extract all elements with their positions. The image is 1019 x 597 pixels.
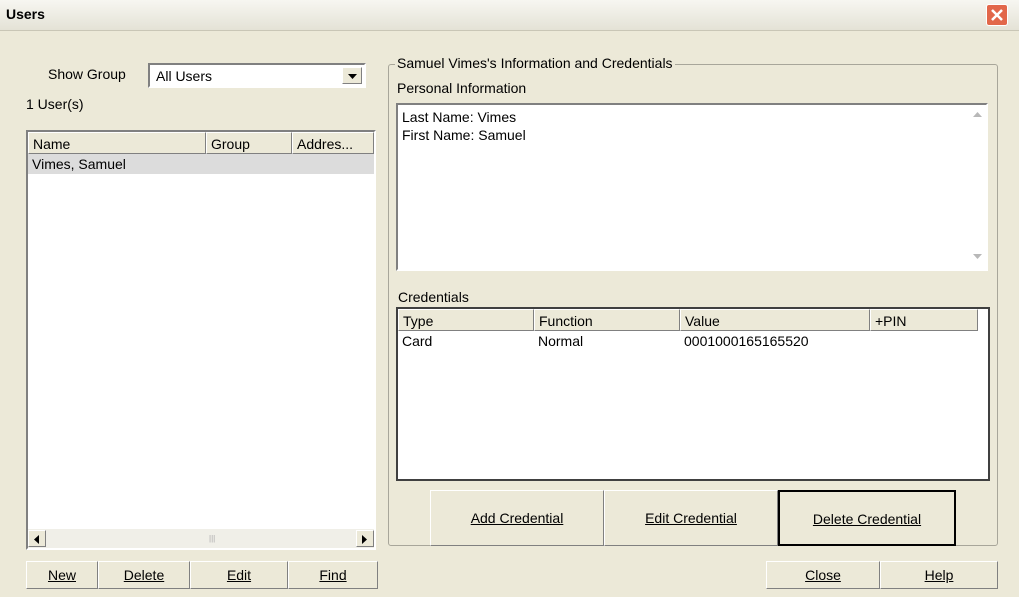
close-icon [991, 9, 1003, 21]
new-button-label: New [47, 567, 76, 583]
scroll-down-button[interactable] [969, 249, 986, 266]
users-list[interactable]: Name Group Addres... Vimes, Samuel ||| [26, 130, 376, 550]
column-header-name[interactable]: Name [28, 132, 206, 154]
column-header-address[interactable]: Addres... [292, 132, 374, 154]
cred-cell-function: Normal [538, 333, 584, 349]
cred-column-header-value[interactable]: Value [680, 309, 870, 331]
edit-user-button[interactable]: Edit [190, 561, 288, 589]
help-button[interactable]: Help [880, 561, 998, 589]
title-bar: Users [0, 0, 1019, 31]
personal-info-label: Personal Information [397, 80, 527, 96]
group-select[interactable]: All Users [148, 63, 366, 88]
cred-cell-value: 0001000165165520 [684, 333, 809, 349]
horizontal-scrollbar[interactable]: ||| [28, 529, 374, 548]
add-credential-button[interactable]: Add Credential [430, 490, 604, 546]
show-group-label: Show Group [48, 66, 126, 82]
close-window-button[interactable] [986, 4, 1008, 26]
credentials-list[interactable]: Type Function Value +PIN Card Normal 000… [396, 307, 990, 481]
scroll-left-button[interactable] [28, 530, 46, 547]
find-button-label: Find [319, 567, 347, 583]
user-count: 1 User(s) [26, 96, 84, 112]
table-row[interactable]: Vimes, Samuel [28, 154, 374, 174]
delete-credential-label: Delete Credential [812, 511, 922, 527]
find-button[interactable]: Find [288, 561, 378, 589]
scroll-up-button[interactable] [969, 107, 986, 124]
close-button-label: Close [805, 567, 841, 583]
new-button[interactable]: New [26, 561, 98, 589]
cred-column-header-type[interactable]: Type [398, 309, 534, 331]
window-title: Users [6, 6, 45, 22]
delete-credential-button[interactable]: Delete Credential [778, 490, 956, 546]
scroll-thumb-grip-icon: ||| [209, 534, 216, 543]
cred-column-header-pin[interactable]: +PIN [870, 309, 978, 331]
scroll-right-icon [362, 535, 367, 544]
personal-info-textarea[interactable]: Last Name: Vimes First Name: Samuel [396, 103, 988, 271]
personal-line-last-name: Last Name: Vimes [402, 109, 517, 125]
cred-column-header-function[interactable]: Function [534, 309, 680, 331]
close-button[interactable]: Close [766, 561, 880, 589]
scroll-right-button[interactable] [356, 530, 374, 547]
credentials-label: Credentials [398, 289, 469, 305]
cred-cell-type: Card [402, 333, 433, 349]
scroll-down-icon [973, 254, 982, 259]
column-header-group[interactable]: Group [206, 132, 292, 154]
scroll-up-icon [973, 112, 982, 117]
group-select-dropdown-button[interactable] [342, 67, 362, 84]
table-row[interactable]: Card Normal 0001000165165520 [398, 331, 988, 351]
group-select-value: All Users [156, 68, 213, 84]
groupbox-title: Samuel Vimes's Information and Credentia… [395, 55, 675, 71]
delete-user-button-label: Delete [123, 567, 165, 583]
cell-name: Vimes, Samuel [32, 156, 126, 172]
scroll-left-icon [34, 535, 39, 544]
delete-user-button[interactable]: Delete [98, 561, 190, 589]
personal-line-first-name: First Name: Samuel [402, 127, 526, 143]
dropdown-arrow-icon [348, 74, 357, 79]
edit-user-button-label: Edit [226, 567, 252, 583]
help-button-label: Help [924, 567, 954, 583]
add-credential-label: Add Credential [470, 510, 564, 526]
edit-credential-label: Edit Credential [645, 510, 737, 526]
edit-credential-button[interactable]: Edit Credential [604, 490, 778, 546]
vertical-scrollbar[interactable] [969, 105, 986, 269]
